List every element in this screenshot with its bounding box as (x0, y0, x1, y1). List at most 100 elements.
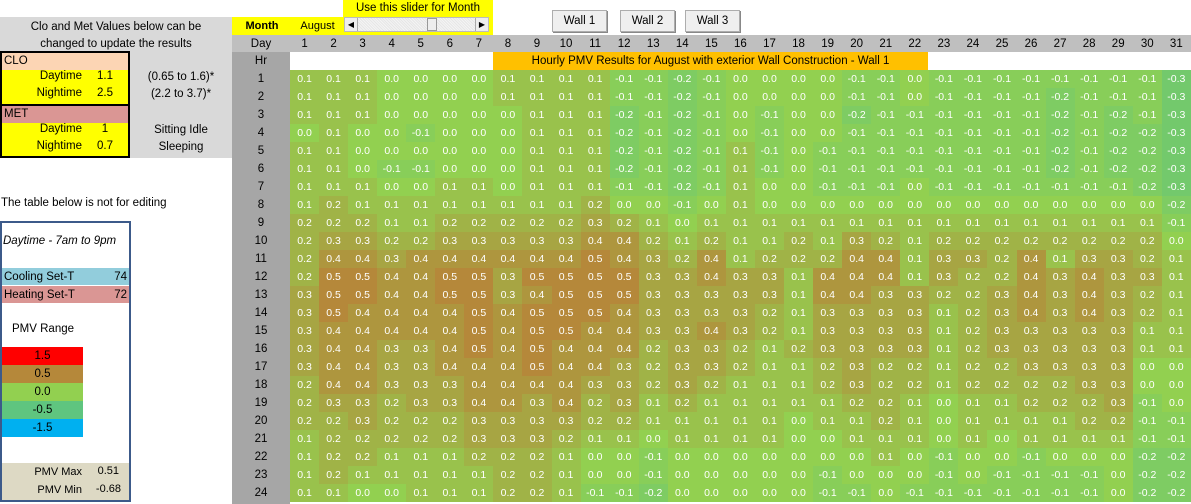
pmv-cell: 0.1 (696, 412, 726, 430)
slider-hint: Use this slider for Month (356, 2, 480, 14)
pmv-cell: -0.2 (609, 142, 639, 160)
pmv-cell: -0.2 (1161, 466, 1191, 484)
pmv-cell: 0.1 (580, 142, 610, 160)
pmv-cell: 0.3 (290, 304, 320, 322)
pmv-cell: 0.1 (319, 106, 349, 124)
hour-label: 14 (254, 307, 268, 319)
pmv-cell: -0.2 (1045, 124, 1075, 142)
wall-1-button[interactable]: Wall 1 (552, 10, 607, 32)
pmv-cell: -0.1 (1103, 88, 1133, 106)
pmv-cell: 0.3 (754, 268, 785, 286)
pmv-cell: 0.5 (551, 322, 581, 340)
pmv-cell: 0.0 (406, 142, 436, 160)
met-daytime-input[interactable]: 1 (82, 123, 128, 140)
pmv-cell: 0.0 (1045, 448, 1075, 466)
pmv-cell: 0.3 (406, 340, 436, 358)
pmv-cell: 0.0 (784, 484, 814, 502)
pmv-cell: 0.1 (1016, 412, 1046, 430)
pmv-cell: -0.1 (696, 106, 726, 124)
pmv-cell: -0.3 (1161, 178, 1191, 196)
pmv-cell: -0.2 (1132, 466, 1162, 484)
slider-right-arrow-icon[interactable]: ▶ (475, 18, 488, 31)
pmv-cell: -0.1 (754, 106, 785, 124)
pmv-cell: 0.1 (725, 394, 755, 412)
pmv-cell: -0.2 (1103, 106, 1133, 124)
pmv-cell: 0.1 (551, 196, 581, 214)
pmv-cell: -0.1 (900, 142, 930, 160)
pmv-cell: 0.5 (522, 304, 552, 322)
pmv-cell: 0.1 (1161, 340, 1191, 358)
pmv-cell: 0.0 (464, 88, 494, 106)
pmv-cell: 0.1 (1045, 412, 1075, 430)
pmv-cell: 0.0 (813, 430, 843, 448)
pmv-cell: 0.2 (987, 376, 1017, 394)
pmv-cell: -0.2 (667, 160, 697, 178)
pmv-cell: 0.0 (813, 70, 843, 88)
pmv-cell: -0.1 (1074, 178, 1104, 196)
pmv-cell: 0.2 (609, 214, 639, 232)
pmv-cell: -0.1 (987, 70, 1017, 88)
pmv-cell: 0.1 (842, 430, 872, 448)
pmv-cell: 0.2 (290, 232, 320, 250)
pmv-cell: 0.3 (609, 376, 639, 394)
pmv-cell: -0.1 (754, 124, 785, 142)
pmv-cell: 0.1 (725, 250, 755, 268)
pmv-cell: 0.1 (522, 70, 552, 88)
pmv-cell: 0.3 (1016, 340, 1046, 358)
clo-nightime-input[interactable]: 2.5 (82, 87, 128, 104)
pmv-cell: -0.1 (958, 70, 988, 88)
pmv-cell: -0.1 (696, 124, 726, 142)
pmv-cell: 0.0 (1161, 232, 1191, 250)
pmv-cell: 0.0 (784, 430, 814, 448)
slider-thumb[interactable] (426, 18, 437, 31)
pmv-cell: 0.3 (493, 232, 523, 250)
pmv-cell: 0.4 (348, 304, 378, 322)
pmv-cell: 0.0 (754, 484, 785, 502)
pmv-cell: 0.1 (464, 178, 494, 196)
wall-3-button[interactable]: Wall 3 (685, 10, 740, 32)
pmv-cell: 0.3 (638, 250, 668, 268)
pmv-cell: 0.1 (784, 268, 814, 286)
slider-left-arrow-icon[interactable]: ◀ (345, 18, 358, 31)
pmv-cell: -0.2 (1045, 160, 1075, 178)
pmv-cell: 0.2 (493, 448, 523, 466)
pmv-cell: 0.1 (958, 412, 988, 430)
pmv-cell: 0.4 (319, 340, 349, 358)
pmv-cell: 0.4 (871, 250, 901, 268)
pmv-cell: 0.0 (754, 448, 785, 466)
clo-header: CLO (2, 53, 128, 70)
pmv-cell: 0.0 (377, 88, 407, 106)
pmv-cell: 0.0 (725, 124, 755, 142)
pmv-cell: 0.1 (290, 448, 320, 466)
pmv-cell: 0.0 (784, 466, 814, 484)
met-nightime-input[interactable]: 0.7 (82, 140, 128, 157)
pmv-cell: 0.1 (551, 124, 581, 142)
pmv-cell: 0.1 (813, 412, 843, 430)
day-header: 20 (850, 37, 864, 50)
pmv-cell: 0.3 (900, 304, 930, 322)
pmv-cell: 0.2 (725, 340, 755, 358)
pmv-cell: 0.2 (871, 376, 901, 394)
month-slider[interactable]: ◀ ▶ (344, 17, 489, 32)
pmv-cell: 0.3 (1045, 304, 1075, 322)
pmv-cell: 0.3 (522, 430, 552, 448)
pmv-cell: 0.3 (377, 340, 407, 358)
pmv-cell: 0.0 (377, 142, 407, 160)
pmv-cell: 0.1 (958, 394, 988, 412)
pmv-cell: 0.3 (377, 358, 407, 376)
day-header: 21 (879, 37, 893, 50)
pmv-cell: -0.3 (1161, 70, 1191, 88)
pmv-cell: 0.0 (1074, 196, 1104, 214)
clo-met-input-section: Clo and Met Values below can be changed … (0, 17, 232, 158)
pmv-cell: 0.1 (900, 250, 930, 268)
clo-daytime-input[interactable]: 1.1 (82, 70, 128, 87)
pmv-cell: 0.2 (784, 250, 814, 268)
pmv-cell: -0.1 (696, 178, 726, 196)
pmv-cell: 0.0 (842, 466, 872, 484)
pmv-cell: 0.3 (609, 394, 639, 412)
pmv-cell: 0.0 (784, 88, 814, 106)
pmv-cell: 0.3 (754, 286, 785, 304)
pmv-cell: 0.1 (754, 340, 785, 358)
pmv-cell: 0.0 (958, 196, 988, 214)
wall-2-button[interactable]: Wall 2 (620, 10, 675, 32)
